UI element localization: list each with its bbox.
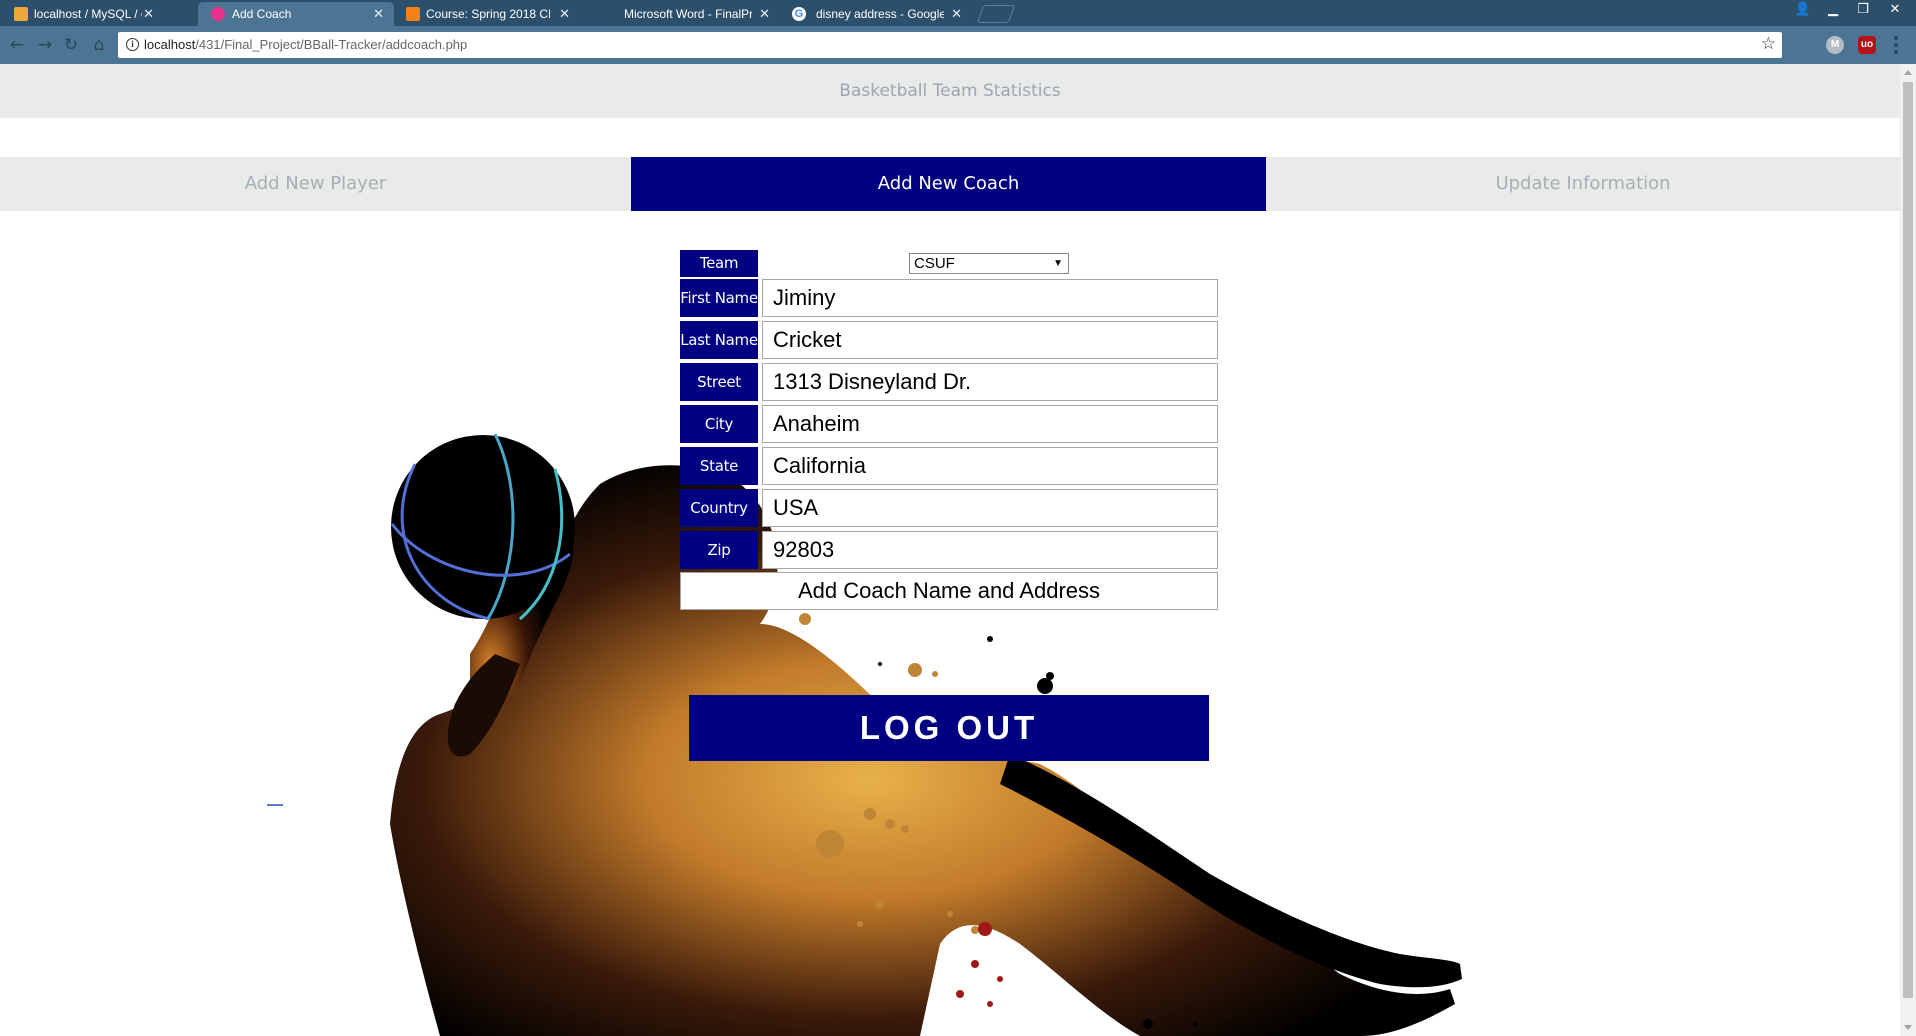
profile-icon[interactable]: 👤 — [1788, 0, 1818, 22]
browser-tab-course[interactable]: Course: Spring 2018 CPSC ✕ — [392, 2, 580, 26]
info-icon[interactable]: i — [126, 38, 139, 51]
close-tab-icon[interactable]: ✕ — [559, 6, 570, 22]
first-name-field[interactable] — [762, 279, 1218, 317]
reload-icon[interactable]: ↻ — [60, 34, 82, 56]
site-header: Basketball Team Statistics — [0, 64, 1900, 118]
browser-toolbar: ← → ↻ ⌂ i localhost/431/Final_Project/BB… — [0, 26, 1916, 64]
browser-tab-google[interactable]: G disney address - Google ✕ — [782, 2, 972, 26]
logout-button[interactable]: LOG OUT — [689, 695, 1209, 761]
browser-tab-word[interactable]: Microsoft Word - FinalPr ✕ — [590, 2, 780, 26]
nav-update-information[interactable]: Update Information — [1266, 157, 1900, 211]
country-row: Country — [679, 488, 1219, 528]
ublock-icon[interactable]: uo — [1858, 36, 1876, 54]
country-label: Country — [680, 489, 758, 527]
zip-row: Zip — [679, 530, 1219, 570]
scroll-up-icon[interactable] — [1904, 70, 1912, 75]
phpmyadmin-icon — [14, 7, 28, 21]
zip-field[interactable] — [762, 531, 1218, 569]
add-coach-submit-button[interactable]: Add Coach Name and Address — [680, 572, 1218, 610]
close-tab-icon[interactable]: ✕ — [951, 6, 962, 22]
bookmark-star-icon[interactable]: ☆ — [1761, 34, 1776, 54]
menu-icon[interactable] — [1894, 34, 1900, 56]
country-field[interactable] — [762, 489, 1218, 527]
home-icon[interactable]: ⌂ — [88, 34, 110, 56]
team-label: Team — [680, 250, 758, 277]
restore-icon[interactable]: ❐ — [1848, 0, 1878, 22]
close-tab-icon[interactable]: ✕ — [373, 6, 384, 22]
close-tab-icon[interactable]: ✕ — [143, 6, 154, 22]
new-tab-button[interactable] — [976, 5, 1016, 23]
back-icon[interactable]: ← — [6, 34, 28, 56]
page-scrollbar[interactable] — [1900, 64, 1916, 1036]
scrollbar-thumb[interactable] — [1903, 82, 1913, 998]
first-name-row: First Name — [679, 278, 1219, 318]
url-text: localhost/431/Final_Project/BBall-Tracke… — [144, 37, 468, 52]
team-select[interactable]: CSUF ▼ — [909, 253, 1069, 274]
browser-tab-strip: localhost / MySQL / cpsc ✕ Add Coach ✕ C… — [0, 0, 1916, 26]
browser-tab-phpmyadmin[interactable]: localhost / MySQL / cpsc ✕ — [0, 2, 164, 26]
zip-label: Zip — [680, 531, 758, 569]
last-name-row: Last Name — [679, 320, 1219, 360]
city-label: City — [680, 405, 758, 443]
page: Basketball Team Statistics Add New Playe… — [0, 64, 1900, 1036]
last-name-field[interactable] — [762, 321, 1218, 359]
google-icon: G — [792, 7, 806, 21]
close-tab-icon[interactable]: ✕ — [759, 6, 770, 22]
first-name-label: First Name — [680, 279, 758, 317]
close-window-icon[interactable]: ✕ — [1880, 0, 1910, 22]
street-label: Street — [680, 363, 758, 401]
browser-tab-add-coach[interactable]: Add Coach ✕ — [198, 2, 394, 26]
state-field[interactable] — [762, 447, 1218, 485]
state-row: State — [679, 446, 1219, 486]
extension-m-icon[interactable]: M — [1826, 36, 1844, 54]
last-name-label: Last Name — [680, 321, 758, 359]
street-field[interactable] — [762, 363, 1218, 401]
dropdown-arrow-icon: ▼ — [1053, 258, 1063, 269]
nav-add-new-player[interactable]: Add New Player — [0, 157, 631, 211]
pdf-icon — [604, 7, 618, 21]
street-row: Street — [679, 362, 1219, 402]
team-row: Team CSUF ▼ — [679, 250, 1219, 278]
city-field[interactable] — [762, 405, 1218, 443]
address-bar[interactable]: i localhost/431/Final_Project/BBall-Trac… — [118, 32, 1782, 58]
team-select-value: CSUF — [914, 255, 955, 272]
main-nav: Add New Player Add New Coach Update Info… — [0, 157, 1900, 211]
forward-icon[interactable]: → — [34, 34, 56, 56]
basketball-icon — [390, 433, 575, 621]
page-icon — [211, 7, 225, 21]
city-row: City — [679, 404, 1219, 444]
state-label: State — [680, 447, 758, 485]
scroll-down-icon[interactable] — [1904, 1025, 1912, 1030]
moodle-icon — [406, 7, 420, 21]
nav-add-new-coach[interactable]: Add New Coach — [631, 157, 1266, 211]
minimize-icon[interactable]: ▁ — [1818, 0, 1848, 22]
